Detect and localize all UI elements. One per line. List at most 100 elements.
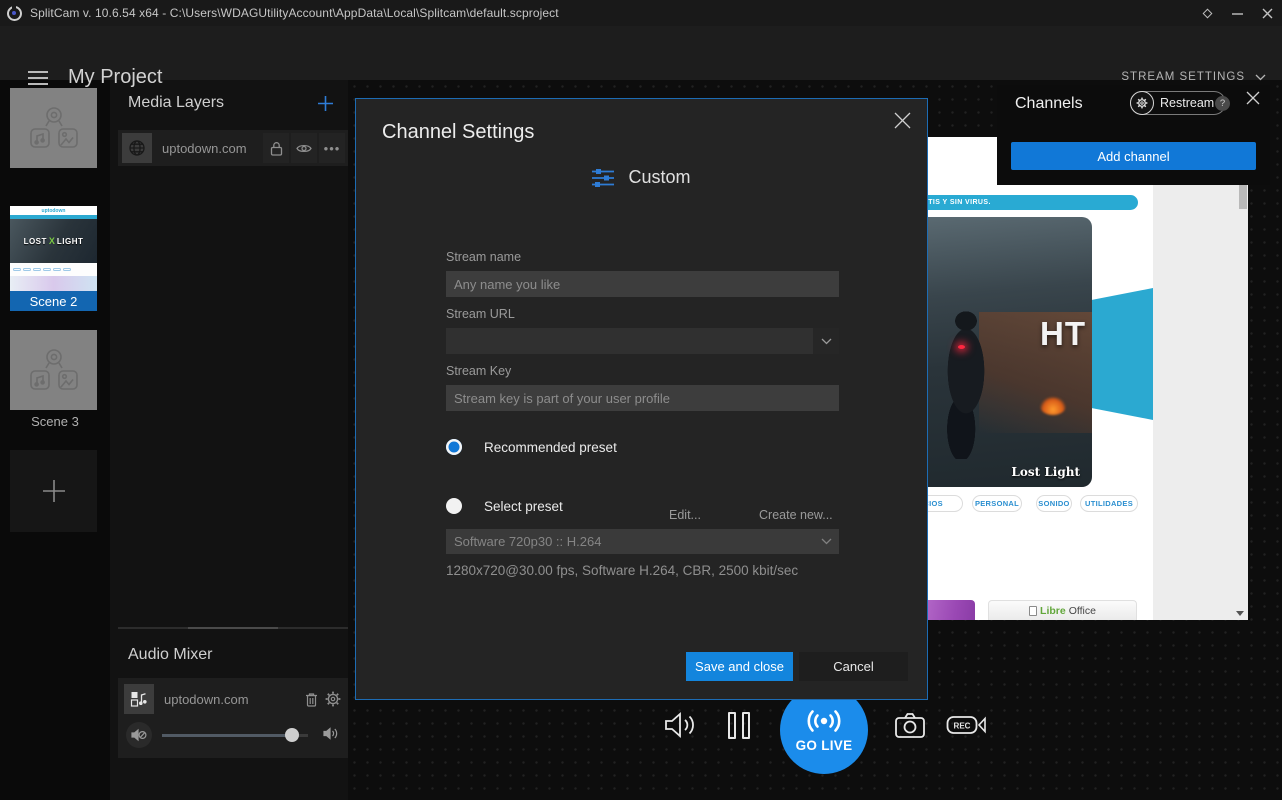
scene2-hero-text-left: LOST: [24, 237, 47, 246]
channel-settings-modal: Channel Settings Custom Stream name Stre…: [355, 98, 928, 700]
header: My Project STREAM SETTINGS: [0, 26, 1282, 80]
scene-2-thumbnail[interactable]: uptodown LOST X LIGHT: [10, 206, 97, 291]
add-scene-button[interactable]: [10, 450, 97, 532]
channels-panel: Channels Restream ? Add channel: [997, 85, 1270, 185]
splitcam-window: SplitCam v. 10.6.54 x64 - C:\Users\WDAGU…: [0, 0, 1282, 800]
pin-icon[interactable]: [1192, 0, 1222, 26]
stream-url-value: [446, 328, 813, 354]
volume-icon: [323, 726, 340, 746]
broadcast-icon: [803, 707, 845, 735]
snapshot-camera-icon[interactable]: [894, 711, 926, 745]
go-live-label: GO LIVE: [796, 738, 853, 753]
trash-icon[interactable]: [300, 692, 322, 707]
add-channel-button[interactable]: Add channel: [1011, 142, 1256, 170]
volume-fill: [162, 734, 292, 737]
recommended-preset-label: Recommended preset: [484, 440, 617, 455]
eye-icon[interactable]: [291, 133, 317, 163]
speaker-icon[interactable]: [664, 710, 697, 745]
media-panel: Media Layers uptodown.com •••: [110, 80, 348, 800]
titlebar: SplitCam v. 10.6.54 x64 - C:\Users\WDAGU…: [0, 0, 1282, 26]
scene-1-thumbnail[interactable]: [10, 88, 97, 168]
media-panel-scrollbar[interactable]: [118, 627, 348, 629]
add-layer-plus-icon[interactable]: [317, 95, 334, 112]
scene-3-thumbnail[interactable]: [10, 330, 97, 410]
teal-ribbon: [1092, 288, 1153, 420]
edit-preset-link[interactable]: Edit...: [669, 508, 701, 522]
cancel-button[interactable]: Cancel: [799, 652, 908, 681]
restream-label: Restream: [1160, 96, 1214, 110]
stream-settings-label: STREAM SETTINGS: [1121, 71, 1245, 83]
stream-key-input[interactable]: [446, 385, 839, 411]
rec-label: REC: [954, 722, 971, 731]
mute-icon[interactable]: [126, 722, 152, 748]
category-chip[interactable]: UTILIDADES: [1080, 495, 1138, 512]
menu-icon[interactable]: [28, 71, 48, 89]
select-preset-label: Select preset: [484, 499, 563, 514]
volume-handle[interactable]: [285, 728, 299, 742]
scene-2-label-selected[interactable]: Scene 2: [10, 291, 97, 311]
save-and-close-button[interactable]: Save and close: [686, 652, 793, 681]
hero-caption: Lost Light: [1011, 465, 1080, 479]
layer-name: uptodown.com: [162, 141, 261, 156]
chevron-down-icon: [1255, 74, 1266, 81]
preset-value: Software 720p30 :: H.264: [446, 529, 813, 554]
scroll-down-arrow-icon[interactable]: [1236, 611, 1244, 616]
channels-close-icon[interactable]: [1246, 91, 1260, 110]
stream-name-input[interactable]: [446, 271, 839, 297]
recommended-preset-option[interactable]: Recommended preset: [446, 439, 617, 455]
minimize-icon[interactable]: [1222, 0, 1252, 26]
audio-mixer-title: Audio Mixer: [128, 646, 212, 664]
sliders-icon: [592, 168, 614, 188]
preview-page-margin: [1153, 137, 1248, 620]
pause-icon[interactable]: [728, 712, 750, 739]
document-icon: [1029, 606, 1037, 616]
recommended-preset-description: 1280x720@30.00 fps, Software H.264, CBR,…: [446, 563, 798, 578]
category-chip[interactable]: PERSONAL: [972, 495, 1022, 512]
libreoffice-card: LibreOffice: [988, 600, 1137, 620]
rec-icon[interactable]: REC: [946, 713, 988, 742]
volume-slider[interactable]: [162, 734, 308, 737]
channel-type-row: Custom: [356, 167, 927, 188]
project-title: My Project: [68, 66, 162, 89]
hero-title-fragment: HT: [1040, 315, 1086, 353]
media-layers-title: Media Layers: [128, 94, 224, 112]
gear-icon[interactable]: [322, 691, 344, 707]
radio-unselected-icon[interactable]: [446, 498, 462, 514]
media-layer-row[interactable]: uptodown.com •••: [118, 130, 348, 166]
channel-type-label: Custom: [628, 167, 690, 188]
create-new-preset-link[interactable]: Create new...: [759, 508, 833, 522]
scene2-site-label: uptodown: [42, 208, 66, 214]
modal-title: Channel Settings: [382, 121, 534, 144]
close-icon[interactable]: [1252, 0, 1282, 26]
lock-icon[interactable]: [263, 133, 289, 163]
libreoffice-label-dark: Office: [1069, 605, 1096, 617]
scene2-hero-x: X: [49, 236, 55, 246]
scene2-hero-text-right: LIGHT: [57, 237, 84, 246]
restream-gear-icon: [1130, 91, 1154, 115]
select-preset-option[interactable]: Select preset: [446, 498, 563, 514]
help-icon[interactable]: ?: [1215, 96, 1230, 111]
media-placeholder-icon: [28, 105, 80, 151]
scenes-rail: Scene 1 uptodown LOST X LIGHT Scene 2 Sc…: [0, 80, 110, 800]
scene-3-label[interactable]: Scene 3: [0, 414, 110, 429]
chevron-down-icon[interactable]: [813, 328, 839, 354]
modal-close-icon[interactable]: [894, 112, 911, 134]
category-chip[interactable]: SONIDO: [1036, 495, 1072, 512]
media-placeholder-icon: [28, 347, 80, 393]
libreoffice-label-green: Libre: [1040, 605, 1066, 617]
restream-button[interactable]: Restream: [1130, 91, 1226, 115]
audio-mixer-channel: uptodown.com: [118, 678, 348, 758]
radio-selected-icon[interactable]: [446, 439, 462, 455]
splitcam-logo-icon: [7, 6, 22, 21]
soldier-figure: [936, 309, 996, 459]
stream-url-combobox[interactable]: [446, 328, 839, 354]
chevron-down-icon[interactable]: [813, 529, 839, 554]
stream-name-label: Stream name: [446, 250, 521, 264]
more-options-icon[interactable]: •••: [319, 133, 345, 163]
media-source-icon: [124, 684, 154, 714]
stream-settings-dropdown[interactable]: STREAM SETTINGS: [1121, 71, 1266, 83]
preview-scrollbar[interactable]: [1239, 183, 1247, 209]
preset-combobox[interactable]: Software 720p30 :: H.264: [446, 529, 839, 554]
stream-url-label: Stream URL: [446, 307, 515, 321]
fire-glow: [1040, 397, 1066, 415]
